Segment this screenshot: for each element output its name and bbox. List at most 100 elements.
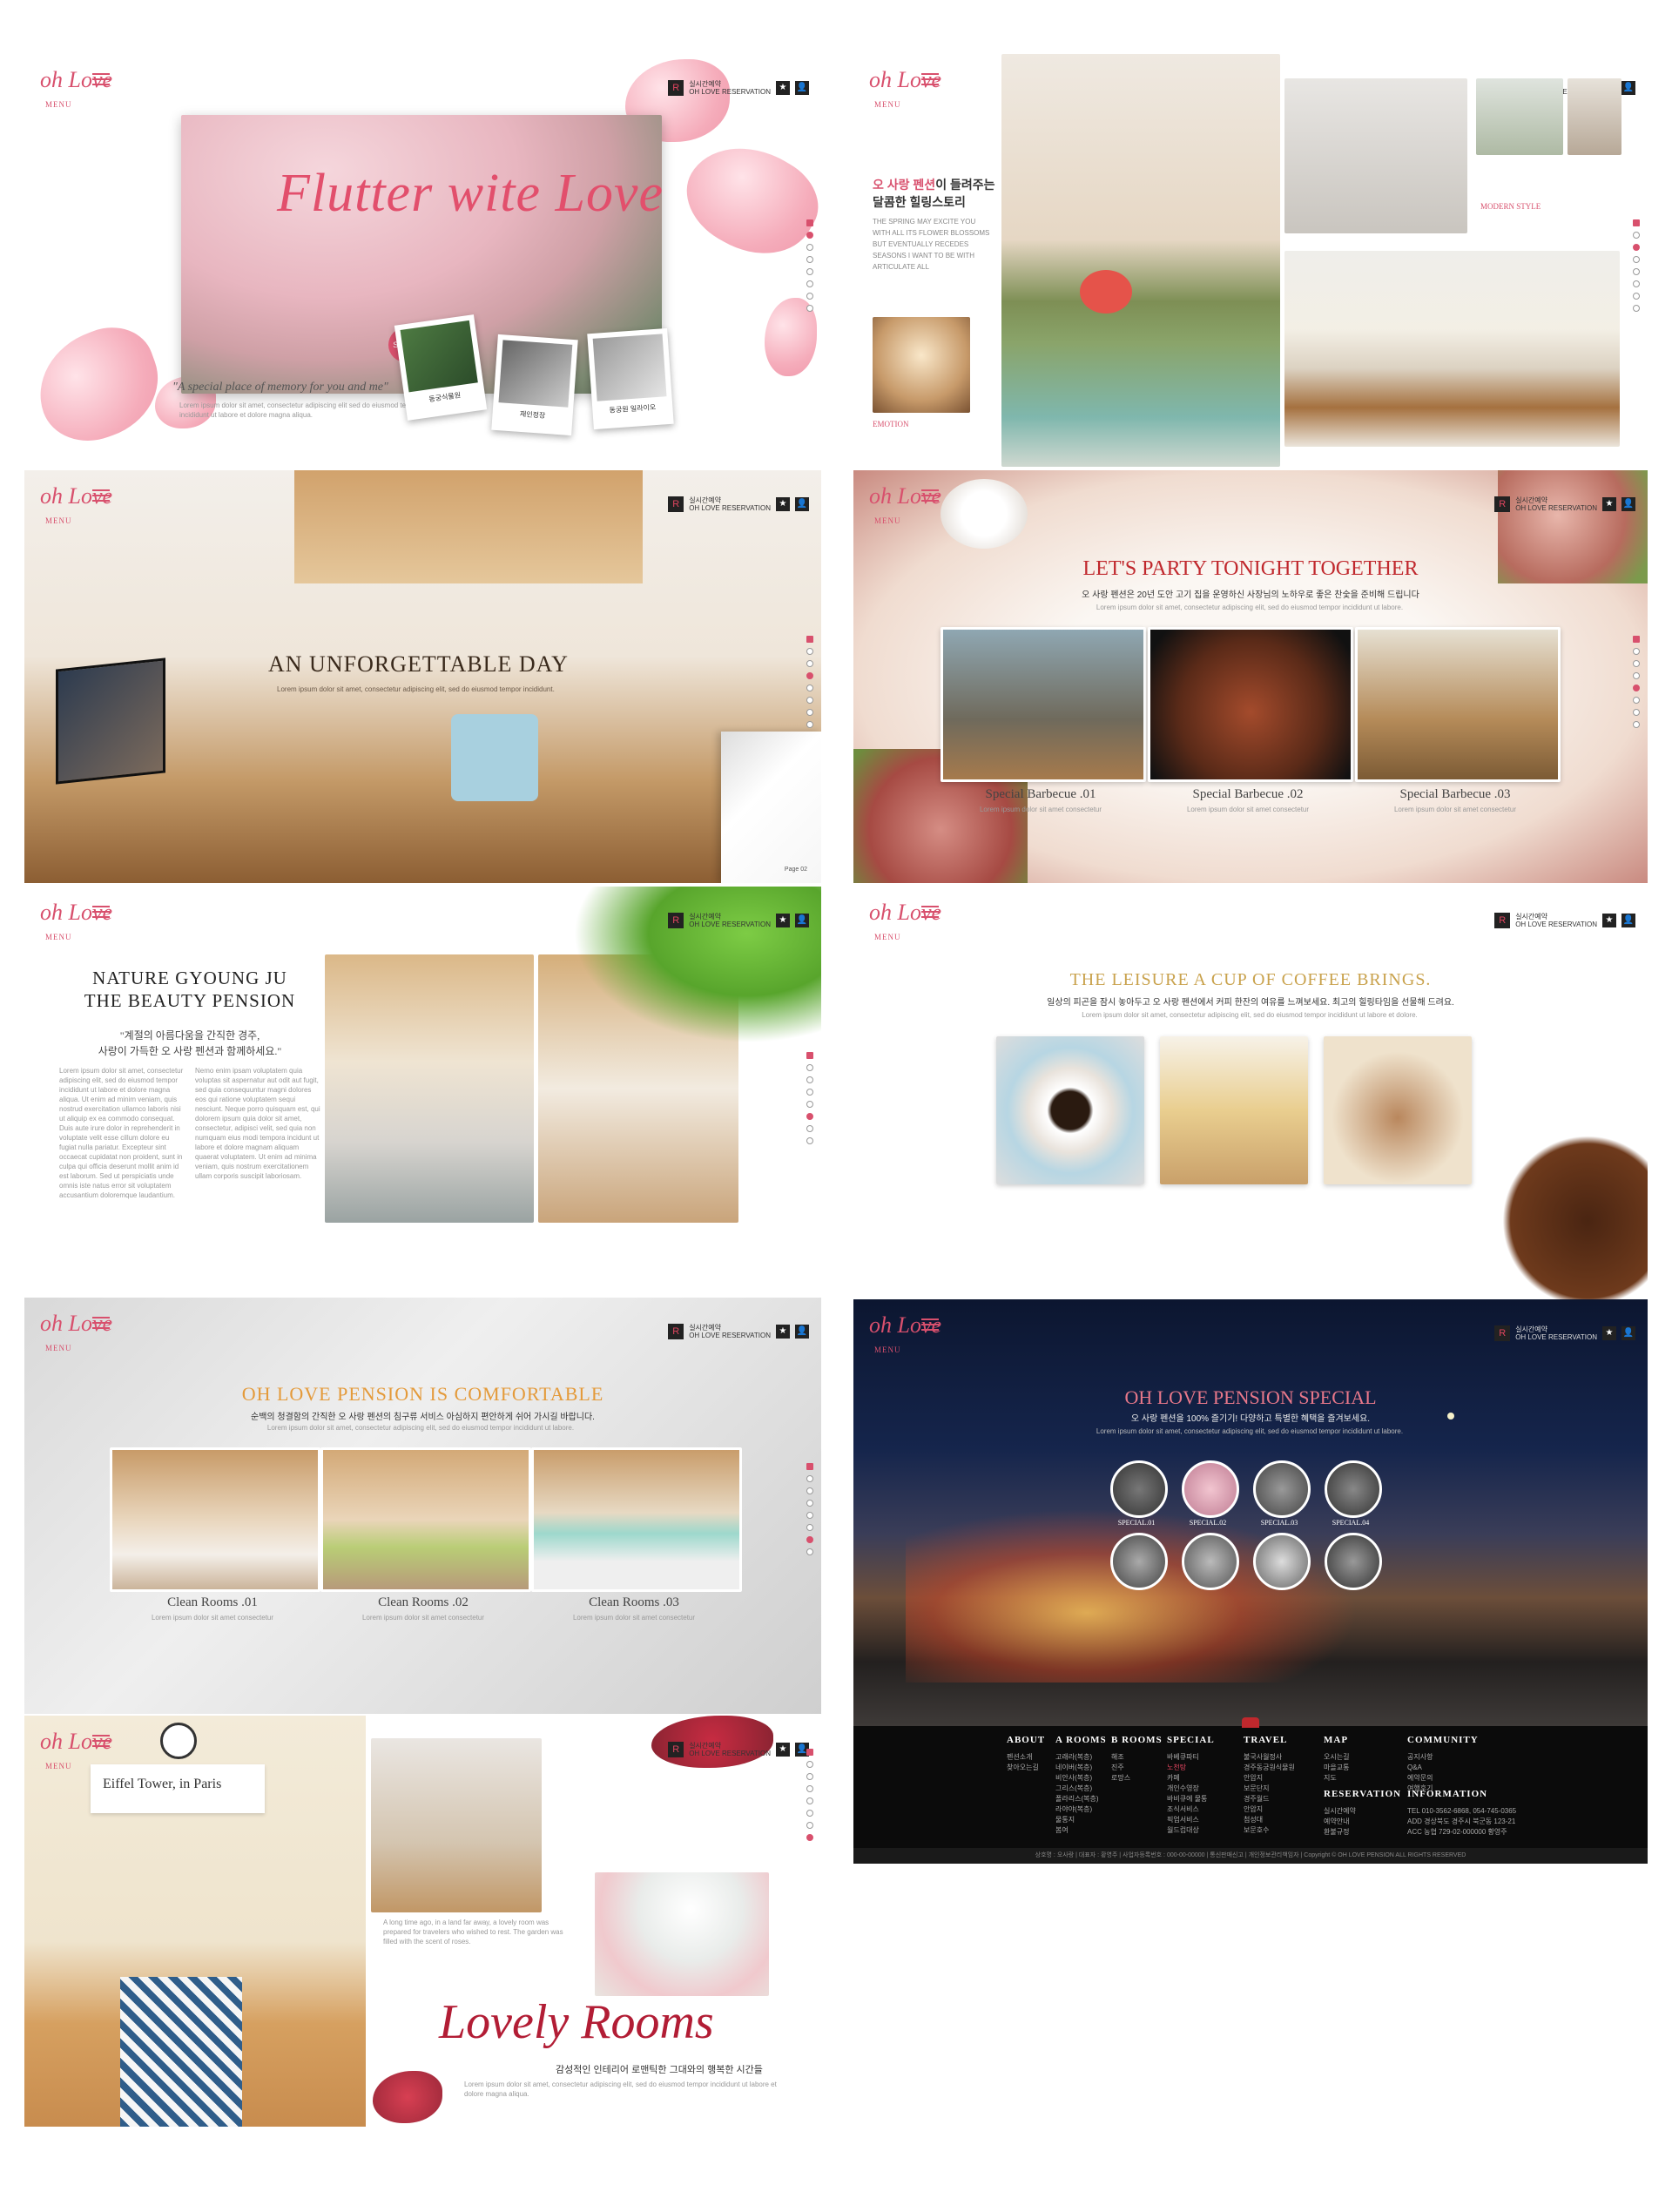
user-icon[interactable]: 👤 xyxy=(795,1325,809,1339)
menu-icon[interactable] xyxy=(92,1735,110,1749)
menu-icon[interactable] xyxy=(92,489,110,503)
special-circle[interactable] xyxy=(1110,1460,1168,1518)
footer-link[interactable]: 월드컵대상 xyxy=(1167,1825,1215,1836)
reservation-label[interactable]: 실시간예약 xyxy=(689,80,771,88)
reservation-bar[interactable]: R 실시간예약OH LOVE RESERVATION ★ 👤 xyxy=(668,80,809,96)
footer-link[interactable]: 경주동궁원식물원 xyxy=(1244,1763,1295,1773)
footer-link[interactable]: 보문단지 xyxy=(1244,1784,1295,1794)
reservation-bar[interactable]: R 실시간예약OH LOVE RESERVATION ★ 👤 xyxy=(1494,1325,1635,1341)
footer-link[interactable]: 보문호수 xyxy=(1244,1825,1295,1836)
special-circle[interactable] xyxy=(1182,1533,1239,1590)
user-icon[interactable]: 👤 xyxy=(795,914,809,927)
user-icon[interactable]: 👤 xyxy=(1621,1326,1635,1340)
reservation-label[interactable]: 실시간예약 xyxy=(1515,1325,1597,1333)
footer-link[interactable]: 노천탕 xyxy=(1167,1763,1215,1773)
footer-link[interactable]: 안압지 xyxy=(1244,1804,1295,1815)
footer-link[interactable]: 조식서비스 xyxy=(1167,1804,1215,1815)
footer-link[interactable]: 환불규정 xyxy=(1324,1827,1401,1838)
bookmark-icon[interactable]: ★ xyxy=(776,914,790,927)
user-icon[interactable]: 👤 xyxy=(1621,81,1635,95)
coffee-photo-3[interactable] xyxy=(1324,1036,1472,1184)
footer-link[interactable]: 카페 xyxy=(1167,1773,1215,1784)
footer-link[interactable]: 해조 xyxy=(1111,1752,1163,1763)
menu-icon[interactable] xyxy=(92,1317,110,1331)
footer-link[interactable]: 네이버(복층) xyxy=(1055,1763,1107,1773)
reservation-bar[interactable]: R 실시간예약OH LOVE RESERVATION ★ 👤 xyxy=(668,496,809,512)
special-circle[interactable] xyxy=(1253,1460,1311,1518)
bookmark-icon[interactable]: ★ xyxy=(1602,914,1616,927)
footer-link[interactable]: 안압지 xyxy=(1244,1773,1295,1784)
footer-link[interactable]: 첨성대 xyxy=(1244,1815,1295,1825)
reservation-label[interactable]: 실시간예약 xyxy=(689,1324,771,1332)
menu-icon[interactable] xyxy=(92,73,110,87)
barbecue-photo-3[interactable] xyxy=(1355,627,1561,782)
page-indicator[interactable] xyxy=(1632,219,1641,312)
bookmark-icon[interactable]: ★ xyxy=(776,497,790,511)
bookmark-icon[interactable]: ★ xyxy=(776,81,790,95)
barbecue-photo-1[interactable] xyxy=(940,627,1146,782)
reservation-bar[interactable]: R 실시간예약OH LOVE RESERVATION ★ 👤 xyxy=(668,913,809,928)
reservation-bar[interactable]: R 실시간예약OH LOVE RESERVATION ★ 👤 xyxy=(1494,913,1635,928)
page-indicator[interactable] xyxy=(806,1749,814,1841)
reservation-label[interactable]: 실시간예약 xyxy=(689,913,771,921)
special-circle[interactable] xyxy=(1325,1533,1382,1590)
bookmark-icon[interactable]: ★ xyxy=(1602,497,1616,511)
footer-link[interactable]: 라야야(복층) xyxy=(1055,1804,1107,1815)
bookmark-icon[interactable]: ★ xyxy=(1602,1326,1616,1340)
footer-link[interactable]: 불국사월정사 xyxy=(1244,1752,1295,1763)
thumb-card[interactable]: 동궁원 일라이오 xyxy=(587,327,674,430)
footer-link[interactable]: 물통지 xyxy=(1055,1815,1107,1825)
page-indicator[interactable] xyxy=(806,636,814,728)
footer-link[interactable]: 예약안내 xyxy=(1324,1817,1401,1827)
room-photo-1[interactable] xyxy=(110,1447,320,1592)
footer-link[interactable]: 지도 xyxy=(1324,1773,1349,1784)
reservation-label[interactable]: 실시간예약 xyxy=(1515,496,1597,504)
footer-link[interactable]: 경주월드 xyxy=(1244,1794,1295,1804)
user-icon[interactable]: 👤 xyxy=(1621,914,1635,927)
menu-icon[interactable] xyxy=(921,489,939,503)
menu-icon[interactable] xyxy=(92,906,110,920)
footer-link[interactable]: 봄여 xyxy=(1055,1825,1107,1836)
footer-link[interactable]: 진주 xyxy=(1111,1763,1163,1773)
footer-link[interactable]: 마을교통 xyxy=(1324,1763,1349,1773)
page-indicator[interactable] xyxy=(806,219,814,312)
footer-link[interactable]: 비안사(복층) xyxy=(1055,1773,1107,1784)
page-indicator[interactable] xyxy=(806,1052,814,1144)
footer-link[interactable]: 바비큐에 물통 xyxy=(1167,1794,1215,1804)
footer-link[interactable]: 바베큐파티 xyxy=(1167,1752,1215,1763)
special-circle[interactable] xyxy=(1253,1533,1311,1590)
thumb-card[interactable]: 재인정장 xyxy=(491,334,578,436)
coffee-photo-2[interactable] xyxy=(1160,1036,1308,1184)
barbecue-photo-2[interactable] xyxy=(1148,627,1353,782)
footer-link[interactable]: 픽업서비스 xyxy=(1167,1815,1215,1825)
user-icon[interactable]: 👤 xyxy=(795,81,809,95)
menu-icon[interactable] xyxy=(921,73,939,87)
footer-link[interactable]: 폴라리스(복층) xyxy=(1055,1794,1107,1804)
page-indicator[interactable] xyxy=(806,1463,814,1555)
page-indicator[interactable] xyxy=(1632,636,1641,728)
footer-link[interactable]: 로망스 xyxy=(1111,1773,1163,1784)
reservation-bar[interactable]: R 실시간예약OH LOVE RESERVATION ★ 👤 xyxy=(668,1742,809,1757)
menu-icon[interactable] xyxy=(921,906,939,920)
footer-link[interactable]: 오시는길 xyxy=(1324,1752,1349,1763)
footer-link[interactable]: 펜션소개 xyxy=(1007,1752,1045,1763)
footer-link[interactable]: 그리스(복층) xyxy=(1055,1784,1107,1794)
special-circle[interactable] xyxy=(1325,1460,1382,1518)
footer-link[interactable]: 실시간예약 xyxy=(1324,1806,1401,1817)
top-button[interactable] xyxy=(1242,1717,1259,1728)
room-photo-3[interactable] xyxy=(531,1447,742,1592)
reservation-label[interactable]: 실시간예약 xyxy=(689,496,771,504)
bookmark-icon[interactable]: ★ xyxy=(776,1743,790,1757)
user-icon[interactable]: 👤 xyxy=(1621,497,1635,511)
special-circle[interactable] xyxy=(1110,1533,1168,1590)
thumb-card[interactable]: 동궁식물원 xyxy=(394,314,488,421)
footer-link[interactable]: 공지사항 xyxy=(1407,1752,1479,1763)
room-photo-2[interactable] xyxy=(320,1447,531,1592)
reservation-label[interactable]: 실시간예약 xyxy=(689,1742,771,1750)
coffee-photo-1[interactable] xyxy=(996,1036,1144,1184)
bookmark-icon[interactable]: ★ xyxy=(776,1325,790,1339)
reservation-label[interactable]: 실시간예약 xyxy=(1515,913,1597,921)
special-circle[interactable] xyxy=(1182,1460,1239,1518)
footer-link[interactable]: Q&A xyxy=(1407,1763,1479,1773)
menu-icon[interactable] xyxy=(921,1318,939,1332)
